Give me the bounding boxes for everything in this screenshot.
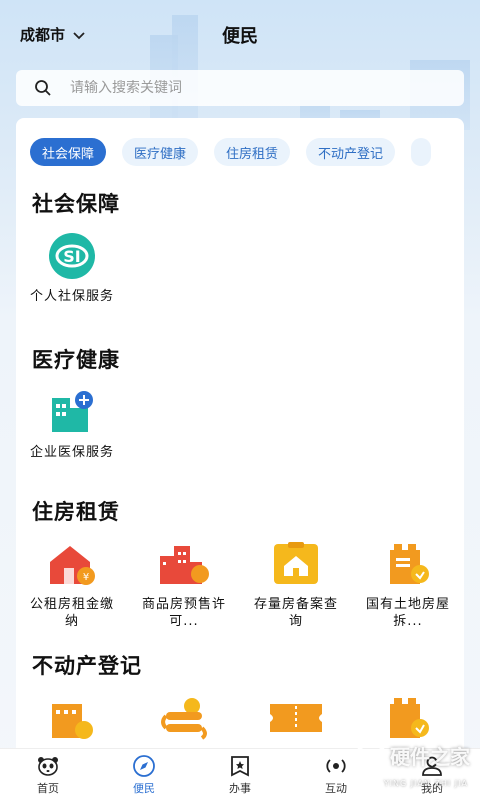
land-demolition-icon [378,538,438,590]
search-bar[interactable] [16,70,464,106]
compass-icon [133,754,155,777]
home-panda-icon [38,756,58,776]
nav-convenience[interactable]: 便民 [96,749,192,800]
service-label: 商品房预售许可... [141,597,226,629]
medical-insurance-icon [42,386,102,438]
nav-label: 首页 [37,781,59,795]
watermark-logo-icon [357,740,385,770]
tab-medical-health[interactable]: 医疗健康 [122,138,199,166]
property-building-icon [42,692,102,744]
services-card: 社会保障 医疗健康 住房租赁 不动产登记 社会保障 SI 个人社保服务 医疗健康… [16,118,464,758]
section-title: 住房租赁 [32,500,120,524]
property-verified-icon [378,692,438,744]
nav-home[interactable]: 首页 [0,749,96,800]
watermark: 硬件之家 [356,740,470,770]
service-label: 个人社保服务 [29,289,114,304]
property-exchange-icon [154,692,214,744]
public-housing-rent-icon: ¥ [42,538,102,590]
watermark-subtext: YING JIAN ZHI JIA [383,779,468,788]
page-title: 便民 [222,26,258,47]
presale-permit-icon [154,538,214,590]
service-item[interactable]: 商品房预售许可... [128,538,240,630]
nav-label: 办事 [229,781,251,795]
service-label: 存量房备案查询 [253,597,338,629]
section-title: 社会保障 [32,192,120,216]
nav-label: 便民 [133,781,155,795]
service-label: 公租房租金缴纳 [29,597,114,629]
property-ticket-icon [266,692,326,744]
section-title: 不动产登记 [32,654,142,678]
watermark-text: 硬件之家 [390,744,470,769]
service-item[interactable] [128,692,240,750]
search-input[interactable] [70,80,410,96]
top-bar: 成都市 便民 [0,0,480,66]
service-item[interactable]: 国有土地房屋拆... [352,538,464,630]
bookmark-star-icon [231,755,249,776]
service-label: 国有土地房屋拆... [365,597,450,629]
service-item[interactable]: ¥ 公租房租金缴纳 [16,538,128,630]
tab-social-security[interactable]: 社会保障 [30,138,107,166]
section-title: 医疗健康 [32,348,120,372]
tab-property-registration[interactable]: 不动产登记 [306,138,396,166]
nav-affairs[interactable]: 办事 [192,749,288,800]
svg-text:SI: SI [63,247,80,266]
service-item[interactable]: 存量房备案查询 [240,538,352,630]
social-insurance-icon: SI [42,230,102,282]
service-item[interactable] [16,692,128,750]
interact-icon [326,758,346,773]
svg-text:¥: ¥ [83,572,89,583]
tab-more[interactable] [411,138,432,166]
tab-housing-rental[interactable]: 住房租赁 [214,138,291,166]
house-record-query-icon [266,538,326,590]
service-item[interactable]: SI 个人社保服务 [16,230,128,305]
search-icon [35,80,51,96]
category-tabs: 社会保障 医疗健康 住房租赁 不动产登记 [30,138,432,166]
service-label: 企业医保服务 [29,445,114,460]
service-item[interactable]: 企业医保服务 [16,386,128,461]
service-item[interactable] [240,692,352,750]
nav-label: 互动 [325,781,347,795]
